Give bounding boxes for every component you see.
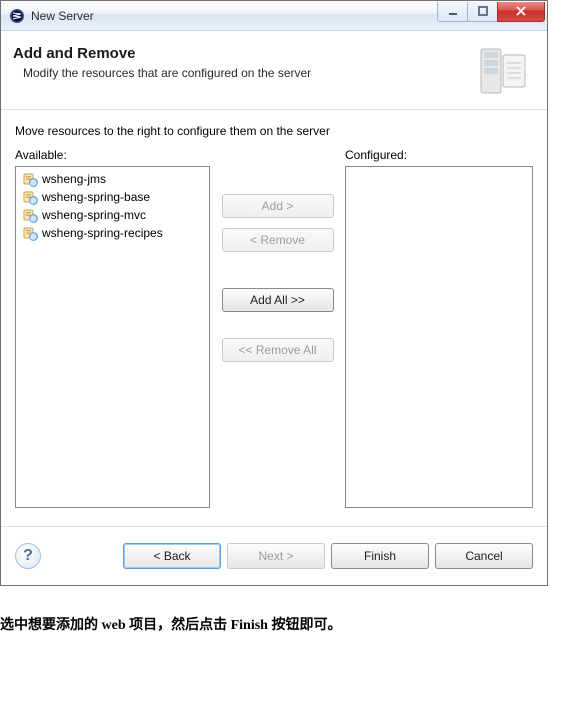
wizard-body: Move resources to the right to configure… xyxy=(1,110,547,526)
add-all-button[interactable]: Add All >> xyxy=(222,288,334,312)
add-button[interactable]: Add > xyxy=(222,194,334,218)
web-module-icon xyxy=(22,171,38,187)
page-caption: 选中想要添加的 web 项目，然后点击 Finish 按钮即可。 xyxy=(0,614,572,648)
configured-label: Configured: xyxy=(345,148,533,162)
titlebar: New Server xyxy=(1,1,547,31)
list-item[interactable]: wsheng-spring-base xyxy=(20,188,205,206)
wizard-footer: ? < Back Next > Finish Cancel xyxy=(1,526,547,585)
list-item[interactable]: wsheng-jms xyxy=(20,170,205,188)
web-module-icon xyxy=(22,225,38,241)
minimize-button[interactable] xyxy=(437,2,468,22)
wizard-header-text: Add and Remove Modify the resources that… xyxy=(13,45,465,80)
window-buttons xyxy=(438,2,545,22)
remove-all-button[interactable]: << Remove All xyxy=(222,338,334,362)
web-module-icon xyxy=(22,207,38,223)
window-title: New Server xyxy=(31,9,438,23)
shuttle-buttons: Add > < Remove Add All >> << Remove All xyxy=(218,166,337,508)
shuttle-panel: wsheng-jms wsheng-spring-base wsheng-sprin… xyxy=(15,166,533,508)
help-icon-label: ? xyxy=(23,547,33,565)
finish-button[interactable]: Finish xyxy=(331,543,429,569)
dialog-new-server: New Server Add and Remove Modify the res… xyxy=(0,0,548,586)
cancel-button[interactable]: Cancel xyxy=(435,543,533,569)
help-button[interactable]: ? xyxy=(15,543,41,569)
page-subtitle: Modify the resources that are configured… xyxy=(13,66,465,80)
list-labels: Available: Configured: xyxy=(15,148,533,162)
list-item-label: wsheng-spring-mvc xyxy=(42,208,146,222)
available-label: Available: xyxy=(15,148,67,162)
wizard-header: Add and Remove Modify the resources that… xyxy=(1,31,547,110)
list-item-label: wsheng-spring-recipes xyxy=(42,226,163,240)
next-button[interactable]: Next > xyxy=(227,543,325,569)
web-module-icon xyxy=(22,189,38,205)
maximize-button[interactable] xyxy=(467,2,498,22)
configured-list[interactable] xyxy=(345,166,533,508)
list-item-label: wsheng-jms xyxy=(42,172,106,186)
back-button[interactable]: < Back xyxy=(123,543,221,569)
list-item[interactable]: wsheng-spring-recipes xyxy=(20,224,205,242)
remove-button[interactable]: < Remove xyxy=(222,228,334,252)
instruction-text: Move resources to the right to configure… xyxy=(15,124,533,138)
page-title: Add and Remove xyxy=(13,45,465,62)
app-icon xyxy=(9,8,25,24)
available-list[interactable]: wsheng-jms wsheng-spring-base wsheng-sprin… xyxy=(15,166,210,508)
server-banner-icon xyxy=(477,45,531,99)
list-item[interactable]: wsheng-spring-mvc xyxy=(20,206,205,224)
close-button[interactable] xyxy=(497,2,545,22)
footer-buttons: < Back Next > Finish Cancel xyxy=(123,543,533,569)
list-item-label: wsheng-spring-base xyxy=(42,190,150,204)
